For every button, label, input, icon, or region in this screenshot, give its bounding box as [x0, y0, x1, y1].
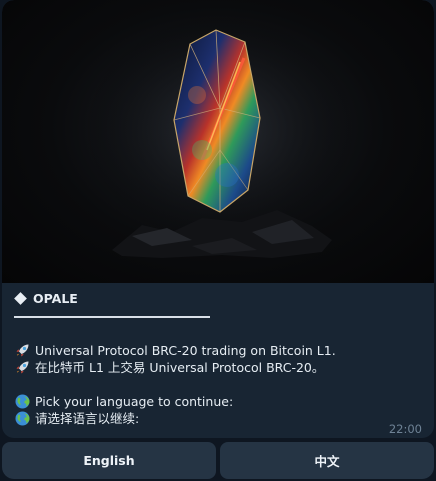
rocket-icon	[16, 344, 29, 357]
message-line: Universal Protocol BRC-20 trading on Bit…	[14, 342, 424, 359]
message-timestamp: 22:00	[388, 422, 422, 436]
message-line-text: Pick your language to continue:	[35, 394, 234, 409]
crystal-illustration	[80, 10, 360, 258]
message-line: 请选择语言以继续:	[14, 410, 424, 427]
message-line-text: Universal Protocol BRC-20 trading on Bit…	[35, 343, 336, 358]
rocket-icon	[16, 361, 29, 374]
message-line-text: 在比特币 L1 上交易 Universal Protocol BRC-20。	[35, 360, 325, 375]
globe-icon	[15, 394, 30, 409]
message-line: 在比特币 L1 上交易 Universal Protocol BRC-20。	[14, 359, 424, 376]
message-title: OPALE	[33, 291, 78, 306]
message-line: Pick your language to continue:	[14, 393, 424, 410]
message-title-row: OPALE	[14, 291, 424, 306]
inline-keyboard: English 中文	[2, 442, 434, 479]
globe-icon	[15, 411, 30, 426]
message-line-text: 请选择语言以继续:	[35, 411, 140, 426]
diamond-icon	[14, 292, 27, 305]
chinese-button[interactable]: 中文	[220, 442, 434, 479]
opal-crystal-image[interactable]	[2, 0, 434, 283]
message-text: OPALE Universal Protocol BRC-20 trading …	[14, 283, 424, 427]
english-button[interactable]: English	[2, 442, 216, 479]
message-bubble: OPALE Universal Protocol BRC-20 trading …	[2, 0, 434, 438]
title-divider	[14, 316, 210, 318]
